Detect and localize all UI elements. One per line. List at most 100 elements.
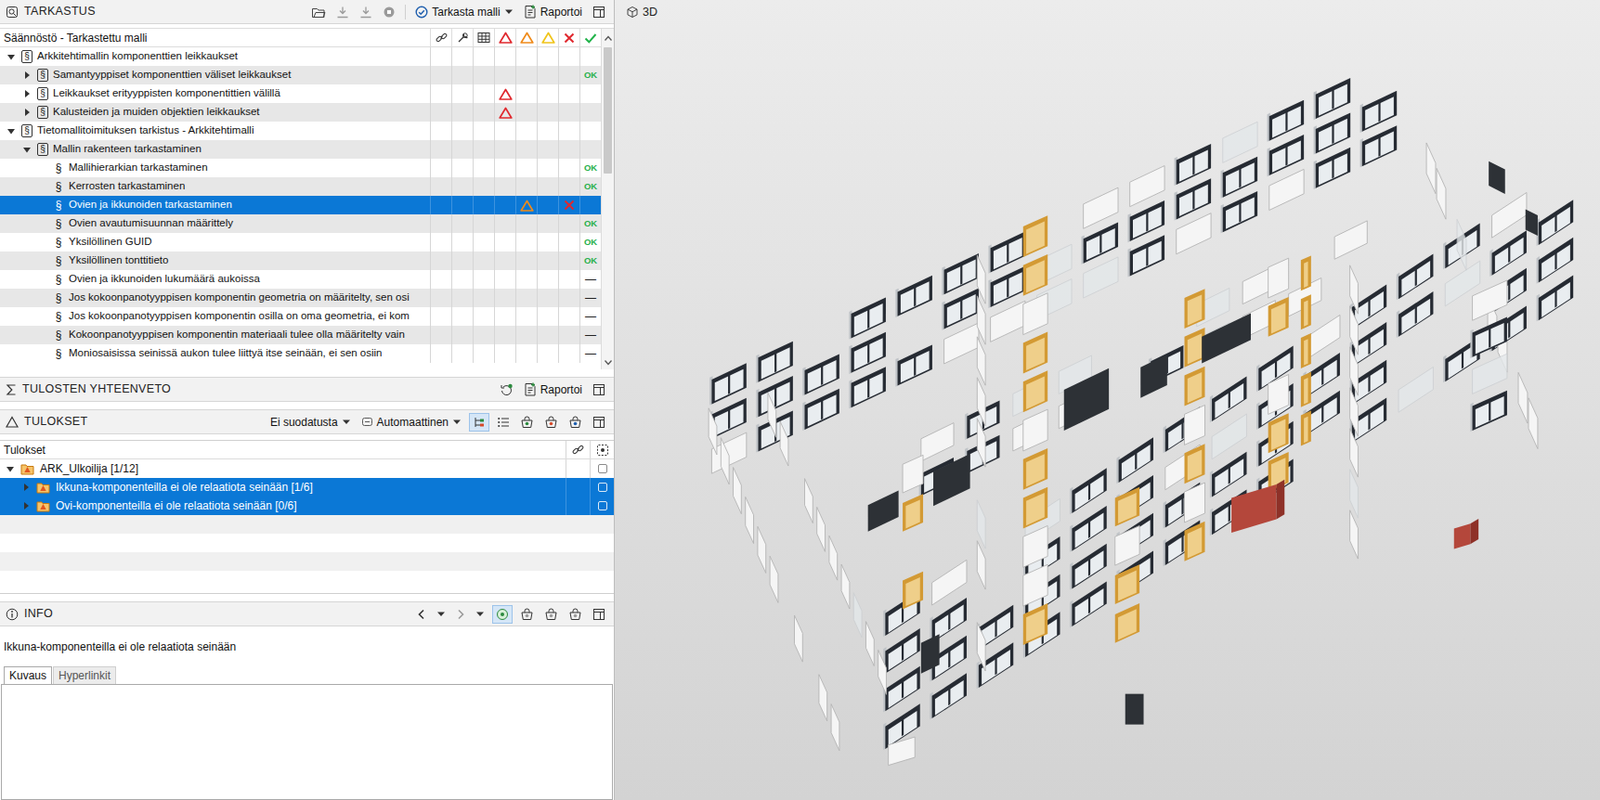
window-model[interactable] <box>895 275 933 318</box>
window-model[interactable] <box>883 666 921 714</box>
rule-row[interactable]: §Moniosaisissa seinissä aukon tulee liit… <box>0 344 601 364</box>
window-model[interactable] <box>1184 443 1206 484</box>
window-model[interactable] <box>929 673 967 720</box>
window-model[interactable] <box>1184 482 1206 523</box>
tree-toggle[interactable] <box>5 465 15 474</box>
window-model[interactable] <box>767 392 777 438</box>
window-model[interactable] <box>757 526 767 573</box>
window-model[interactable] <box>1069 468 1107 515</box>
window-model[interactable] <box>1525 208 1538 236</box>
window-model[interactable] <box>1023 332 1048 375</box>
window-model[interactable] <box>802 389 840 431</box>
window-model[interactable] <box>1518 372 1528 424</box>
window-model[interactable] <box>1221 191 1259 234</box>
tree-toggle[interactable] <box>21 145 33 155</box>
window-model[interactable] <box>1472 280 1508 321</box>
tree-toggle[interactable] <box>5 127 17 136</box>
window-model[interactable] <box>1209 376 1248 423</box>
window-model[interactable] <box>1492 192 1527 238</box>
window-model[interactable] <box>1130 166 1165 208</box>
window-model[interactable] <box>1267 134 1305 177</box>
window-model[interactable] <box>944 323 979 365</box>
window-model[interactable] <box>1127 234 1165 277</box>
scrollbar[interactable] <box>600 28 614 370</box>
window-model[interactable] <box>932 559 967 606</box>
tree-toggle[interactable] <box>21 107 33 118</box>
window-model[interactable] <box>1023 215 1048 258</box>
rule-row[interactable]: §Arkkitehtimallin komponenttien leikkauk… <box>0 47 601 66</box>
window-model[interactable] <box>1472 353 1508 394</box>
window-model[interactable] <box>848 366 886 409</box>
rule-row[interactable]: §Kokoonpanotyyppisen komponentin materia… <box>0 325 601 345</box>
set-basket-button[interactable] <box>565 413 586 432</box>
rule-row[interactable]: §Tietomallitoimituksen tarkistus - Arkki… <box>0 121 601 141</box>
window-model[interactable] <box>988 266 1026 309</box>
window-model[interactable] <box>1536 275 1574 323</box>
window-model[interactable] <box>1313 147 1352 190</box>
window-model[interactable] <box>1267 100 1305 143</box>
window-model[interactable] <box>1069 506 1107 553</box>
result-row[interactable]: Ikkuna-komponenteilla ei ole relaatiota … <box>0 478 614 497</box>
window-model[interactable] <box>902 572 924 611</box>
window-model[interactable] <box>755 341 794 384</box>
window-model[interactable] <box>1184 521 1206 562</box>
tree-toggle[interactable] <box>5 52 17 62</box>
window-model[interactable] <box>829 535 838 581</box>
window-model[interactable] <box>1360 125 1398 168</box>
window-model[interactable] <box>1398 366 1433 413</box>
3d-view[interactable]: 3D <box>614 0 1600 800</box>
window-model[interactable] <box>1488 161 1506 195</box>
rule-row[interactable]: §Yksilöllinen tonttitietoOK <box>0 251 601 271</box>
window-model[interactable] <box>1023 293 1048 336</box>
window-model[interactable] <box>1176 213 1211 255</box>
window-model[interactable] <box>1125 694 1145 726</box>
window-model[interactable] <box>1269 169 1304 210</box>
window-model[interactable] <box>1221 156 1259 199</box>
window-model[interactable] <box>1350 347 1359 396</box>
panel-layout-button[interactable] <box>589 380 609 400</box>
window-model[interactable] <box>1536 237 1574 285</box>
check-model-button[interactable]: Tarkasta malli <box>412 2 516 22</box>
window-model[interactable] <box>1222 121 1258 163</box>
window-model[interactable] <box>1127 200 1165 243</box>
window-model[interactable] <box>1069 581 1107 628</box>
window-model[interactable] <box>1268 413 1289 454</box>
window-model[interactable] <box>1023 370 1048 413</box>
download-all-button[interactable] <box>356 2 376 22</box>
window-model[interactable] <box>1023 409 1048 452</box>
window-model[interactable] <box>1083 257 1119 299</box>
window-model[interactable] <box>1313 112 1352 155</box>
window-model[interactable] <box>976 541 986 590</box>
add-basket-button[interactable] <box>517 413 537 432</box>
window-model[interactable] <box>1116 437 1154 484</box>
window-model[interactable] <box>1140 354 1168 399</box>
summary-report-button[interactable]: Raportoi <box>520 380 586 400</box>
window-model[interactable] <box>1350 510 1359 560</box>
window-model[interactable] <box>1184 366 1206 407</box>
window-model[interactable] <box>1469 390 1508 432</box>
result-row[interactable]: Ovi-komponenteilla ei ole relaatiota sei… <box>0 496 614 516</box>
window-model[interactable] <box>769 556 779 603</box>
window-model[interactable] <box>1454 519 1479 550</box>
window-model[interactable] <box>941 287 979 330</box>
window-model[interactable] <box>1023 487 1048 530</box>
window-model[interactable] <box>988 231 1026 274</box>
window-model[interactable] <box>941 253 979 296</box>
window-model[interactable] <box>708 408 717 456</box>
window-model[interactable] <box>902 455 924 494</box>
window-model[interactable] <box>709 363 747 405</box>
tree-view-button[interactable] <box>468 413 490 432</box>
building-model[interactable] <box>614 0 1600 800</box>
info-tab[interactable]: Hyperlinkit <box>52 666 117 686</box>
window-model[interactable] <box>1456 219 1467 271</box>
window-model[interactable] <box>1184 327 1206 368</box>
window-model[interactable] <box>1360 91 1398 133</box>
window-model[interactable] <box>1211 414 1247 460</box>
rule-row[interactable]: §Mallihierarkian tarkastaminenOK <box>0 158 601 178</box>
rule-row[interactable]: §Kerrosten tarkastaminenOK <box>0 177 601 196</box>
window-model[interactable] <box>878 650 887 695</box>
tree-toggle[interactable] <box>21 501 31 511</box>
window-model[interactable] <box>976 623 986 672</box>
window-model[interactable] <box>848 297 886 339</box>
window-model[interactable] <box>780 421 789 467</box>
